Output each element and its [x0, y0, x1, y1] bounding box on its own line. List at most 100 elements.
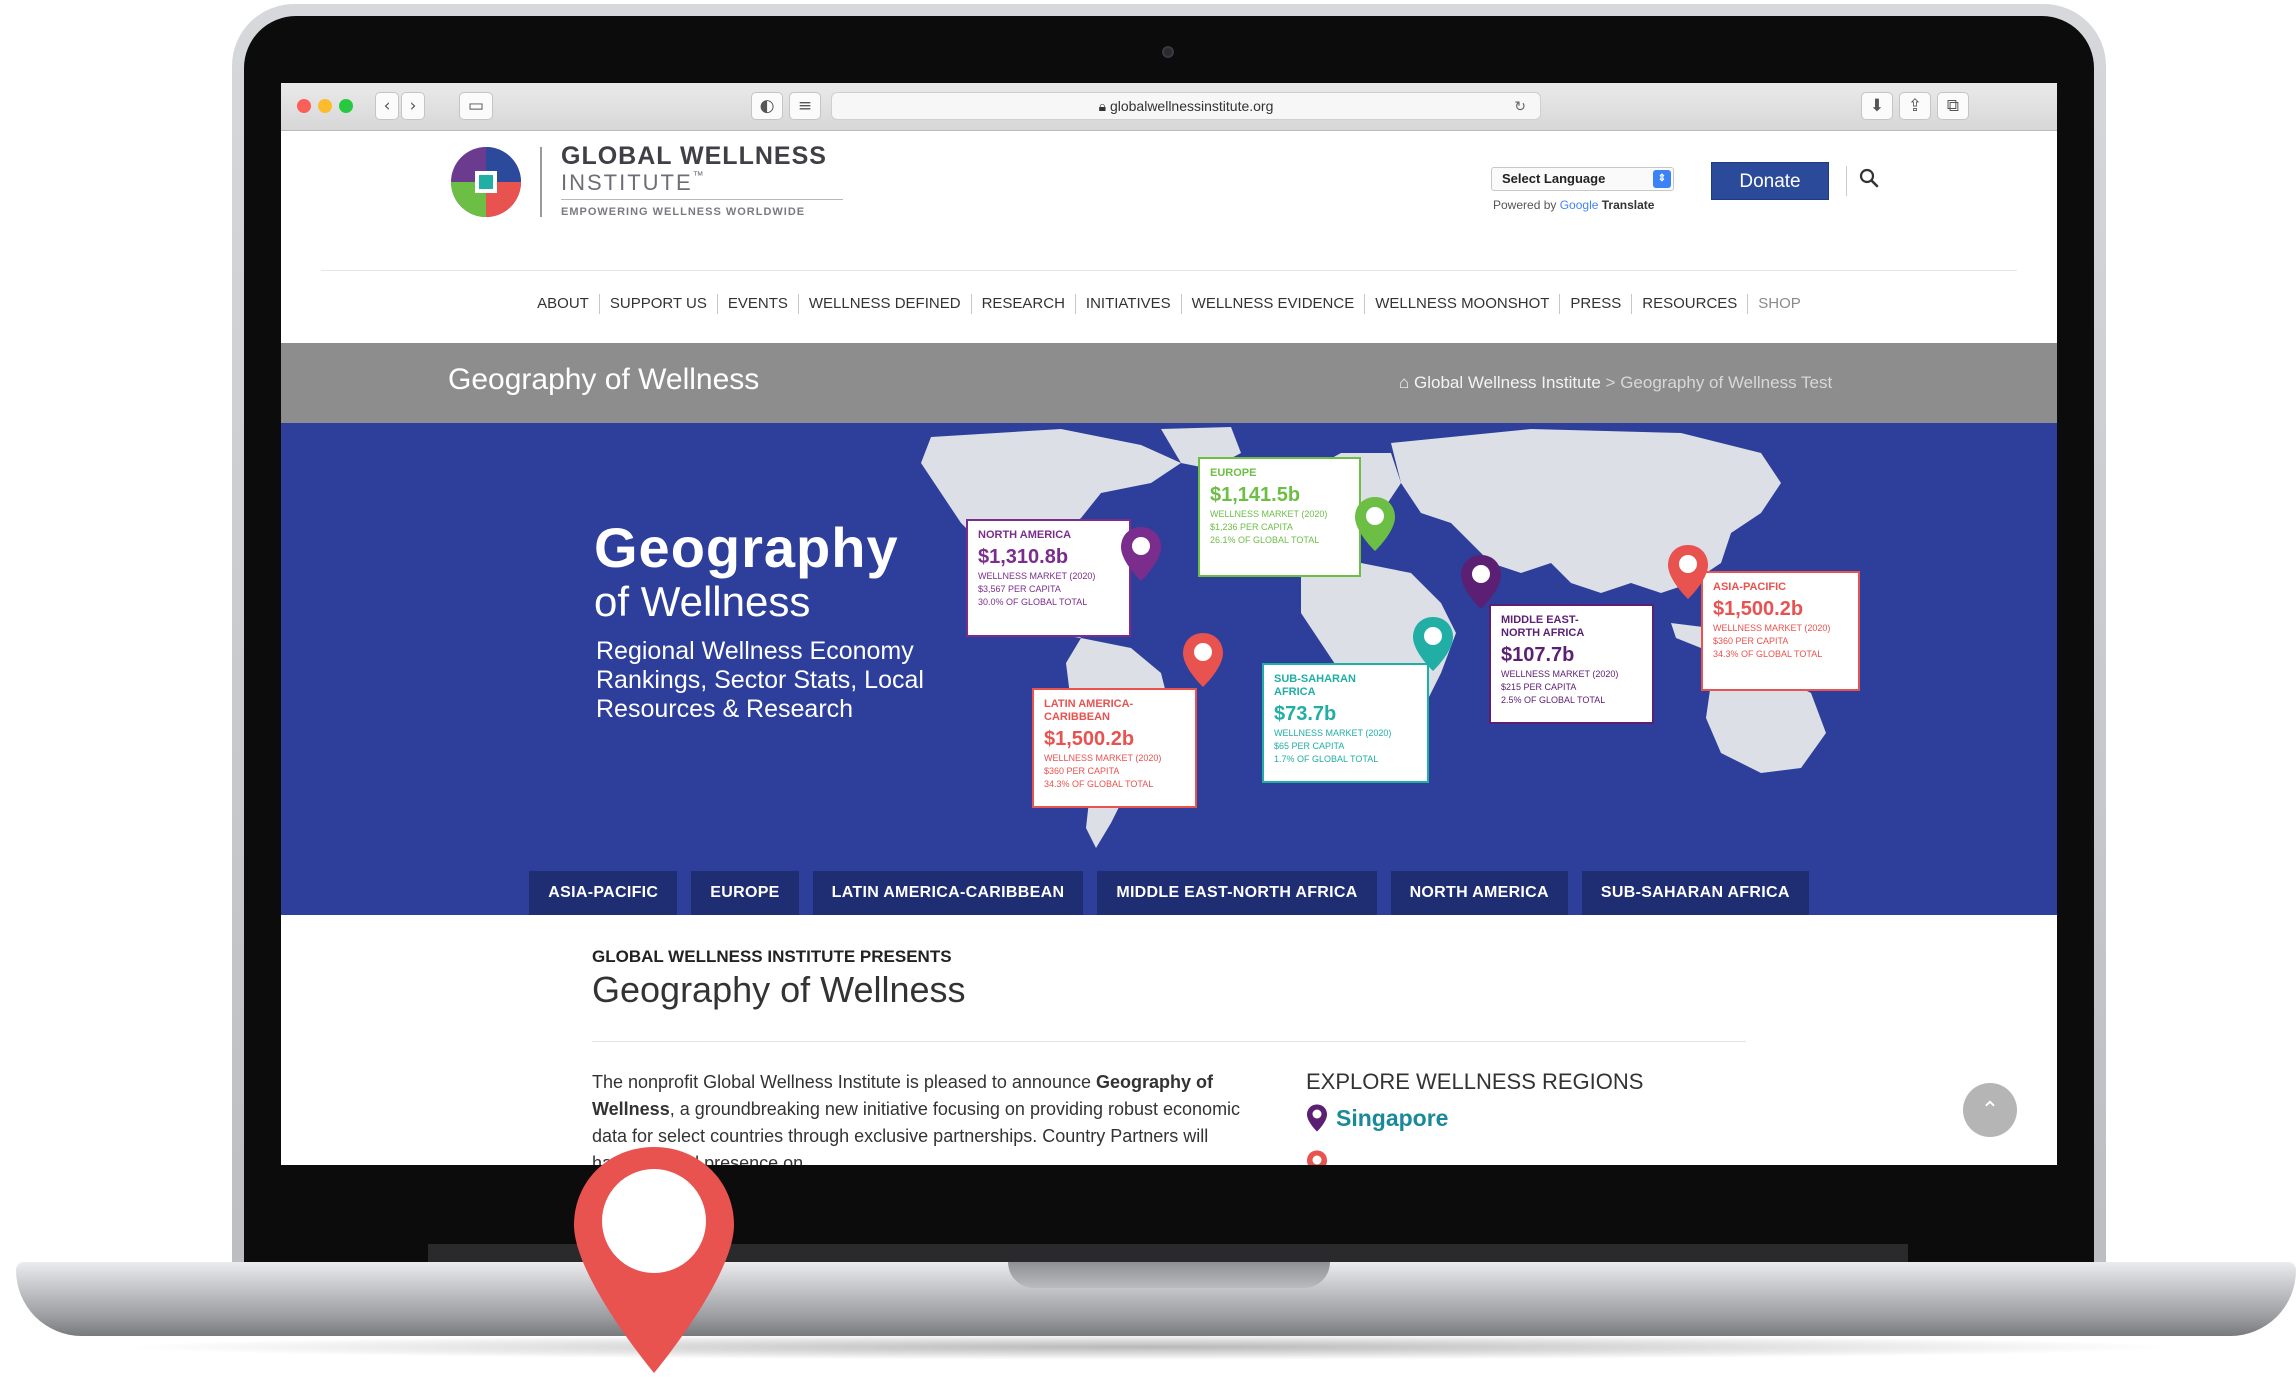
card-market: WELLNESS MARKET (2020)	[1044, 753, 1162, 763]
nav-wellness-evidence[interactable]: WELLNESS EVIDENCE	[1182, 294, 1366, 314]
logo-divider	[540, 147, 542, 217]
stat-card-asia-pacific[interactable]: ASIA-PACIFIC $1,500.2b WELLNESS MARKET (…	[1701, 571, 1860, 691]
pin-middle-east-icon[interactable]	[1459, 553, 1503, 611]
card-region: SUB-SAHARAN AFRICA	[1274, 673, 1356, 698]
privacy-icon[interactable]: ◐	[751, 92, 783, 120]
powered-by-google-translate: Powered by Google Translate	[1493, 198, 1654, 212]
hero-title: Geography	[594, 516, 899, 579]
home-icon[interactable]: ⌂	[1399, 373, 1409, 392]
zoom-window-button[interactable]	[339, 99, 353, 113]
tabs-overview-icon[interactable]: ⧉	[1937, 92, 1969, 120]
tab-latin-america-caribbean[interactable]: LATIN AMERICA-CARIBBEAN	[812, 871, 1084, 915]
card-market: WELLNESS MARKET (2020)	[1210, 509, 1328, 519]
reload-icon[interactable]: ↻	[1514, 93, 1526, 119]
site-header: GLOBAL WELLNESS INSTITUTE™ EMPOWERING WE…	[281, 132, 2057, 270]
card-share: 30.0% OF GLOBAL TOTAL	[978, 597, 1088, 607]
powered-by-label: Powered by	[1493, 198, 1557, 212]
card-share: 2.5% OF GLOBAL TOTAL	[1501, 695, 1606, 705]
card-per-capita: $215 PER CAPITA	[1501, 682, 1577, 692]
sidebar-icon[interactable]: ▭	[459, 92, 493, 120]
logo-tagline: EMPOWERING WELLNESS WORLDWIDE	[561, 206, 806, 218]
google-logo: Google	[1559, 198, 1599, 212]
card-per-capita: $1,236 PER CAPITA	[1210, 522, 1293, 532]
nav-wellness-defined[interactable]: WELLNESS DEFINED	[799, 294, 972, 314]
scroll-to-top-button[interactable]: ⌃	[1963, 1083, 2017, 1137]
donate-button[interactable]: Donate	[1711, 162, 1829, 200]
close-window-button[interactable]	[297, 99, 311, 113]
language-select[interactable]: Select Language ⇕	[1491, 167, 1674, 191]
card-per-capita: $360 PER CAPITA	[1044, 766, 1120, 776]
hero-banner: Geography of Wellness Regional Wellness …	[281, 423, 2057, 915]
tab-europe[interactable]: EUROPE	[691, 871, 799, 915]
stat-card-latin-america-caribbean[interactable]: LATIN AMERICA-CARIBBEAN $1,500.2b WELLNE…	[1032, 688, 1197, 808]
select-arrows-icon: ⇕	[1653, 170, 1671, 188]
browser-toolbar: ‹ › ▭ ◐ ≡ 🔒︎ globalwellnessinstitute.org…	[281, 83, 2057, 131]
stat-card-europe[interactable]: EUROPE $1,141.5b WELLNESS MARKET (2020) …	[1198, 457, 1361, 577]
card-per-capita: $360 PER CAPITA	[1713, 636, 1789, 646]
nav-support-us[interactable]: SUPPORT US	[600, 294, 718, 314]
forward-icon[interactable]: ›	[401, 92, 425, 120]
minimize-window-button[interactable]	[318, 99, 332, 113]
nav-about[interactable]: ABOUT	[527, 294, 600, 314]
pin-latin-america-icon[interactable]	[1181, 631, 1225, 689]
card-share: 26.1% OF GLOBAL TOTAL	[1210, 535, 1320, 545]
page-title: Geography of Wellness	[448, 363, 760, 396]
nav-initiatives[interactable]: INITIATIVES	[1076, 294, 1182, 314]
nav-shop[interactable]: SHOP	[1748, 294, 1811, 314]
translate-label[interactable]: Translate	[1602, 198, 1655, 212]
card-region: ASIA-PACIFIC	[1713, 581, 1787, 593]
pin-sub-saharan-africa-icon[interactable]	[1411, 615, 1455, 673]
header-separator	[1846, 166, 1847, 196]
card-amount: $1,500.2b	[1713, 598, 1804, 620]
stat-card-north-america[interactable]: NORTH AMERICA $1,310.8b WELLNESS MARKET …	[966, 519, 1131, 637]
hero-description: Regional Wellness Economy Rankings, Sect…	[596, 637, 924, 723]
downloads-icon[interactable]: ⬇	[1861, 92, 1893, 120]
address-bar[interactable]: 🔒︎ globalwellnessinstitute.org ↻	[831, 92, 1541, 120]
pin-europe-icon[interactable]	[1353, 495, 1397, 553]
back-icon[interactable]: ‹	[375, 92, 399, 120]
language-select-value: Select Language	[1502, 171, 1606, 186]
nav-research[interactable]: RESEARCH	[972, 294, 1076, 314]
card-region: NORTH AMERICA	[978, 529, 1072, 541]
nav-press[interactable]: PRESS	[1560, 294, 1633, 314]
region-link-label: Singapore	[1336, 1105, 1449, 1131]
stat-card-sub-saharan-africa[interactable]: SUB-SAHARAN AFRICA $73.7b WELLNESS MARKE…	[1262, 663, 1429, 783]
tab-sub-saharan-africa[interactable]: SUB-SAHARAN AFRICA	[1581, 871, 1809, 915]
share-icon[interactable]: ⇪	[1899, 92, 1931, 120]
card-region: EUROPE	[1210, 467, 1257, 479]
large-map-pin-icon	[574, 1147, 734, 1373]
card-region: MIDDLE EAST-NORTH AFRICA	[1501, 614, 1585, 639]
trademark: ™	[692, 170, 706, 182]
logo-subtitle-text: INSTITUTE	[561, 170, 693, 195]
section-divider	[592, 1041, 1746, 1042]
nav-events[interactable]: EVENTS	[718, 294, 799, 314]
tab-middle-east-north-africa[interactable]: MIDDLE EAST-NORTH AFRICA	[1097, 871, 1377, 915]
chevron-up-icon: ⌃	[1980, 1097, 2000, 1122]
region-link-singapore[interactable]: Singapore	[1306, 1104, 1449, 1132]
laptop-screen: ‹ › ▭ ◐ ≡ 🔒︎ globalwellnessinstitute.org…	[281, 83, 2057, 1165]
logo-subtitle: INSTITUTE™	[561, 170, 706, 196]
card-amount: $107.7b	[1501, 644, 1575, 666]
card-per-capita: $65 PER CAPITA	[1274, 741, 1345, 751]
laptop-shadow	[110, 1334, 2190, 1360]
region-tabs: ASIA-PACIFIC EUROPE LATIN AMERICA-CARIBB…	[281, 871, 2057, 915]
map-pin-icon	[1307, 1104, 1327, 1132]
stat-card-middle-east-north-africa[interactable]: MIDDLE EAST-NORTH AFRICA $107.7b WELLNES…	[1489, 604, 1654, 724]
gwi-logo-icon[interactable]	[449, 145, 523, 219]
card-market: WELLNESS MARKET (2020)	[1274, 728, 1392, 738]
breadcrumb-current: Geography of Wellness Test	[1620, 373, 1833, 392]
nav-divider	[321, 270, 2017, 271]
breadcrumb-home[interactable]: Global Wellness Institute	[1414, 373, 1601, 392]
tab-asia-pacific[interactable]: ASIA-PACIFIC	[529, 871, 678, 915]
pin-asia-pacific-icon[interactable]	[1666, 543, 1710, 601]
reader-icon[interactable]: ≡	[789, 92, 821, 120]
nav-wellness-moonshot[interactable]: WELLNESS MOONSHOT	[1365, 294, 1561, 314]
logo-rule	[561, 199, 843, 200]
nav-resources[interactable]: RESOURCES	[1632, 294, 1749, 314]
address-url: globalwellnessinstitute.org	[1109, 98, 1274, 114]
tab-north-america[interactable]: NORTH AMERICA	[1390, 871, 1568, 915]
pin-north-america-icon[interactable]	[1119, 525, 1163, 583]
card-amount: $73.7b	[1274, 703, 1337, 725]
card-market: WELLNESS MARKET (2020)	[1713, 623, 1831, 633]
search-icon[interactable]	[1857, 166, 1881, 190]
